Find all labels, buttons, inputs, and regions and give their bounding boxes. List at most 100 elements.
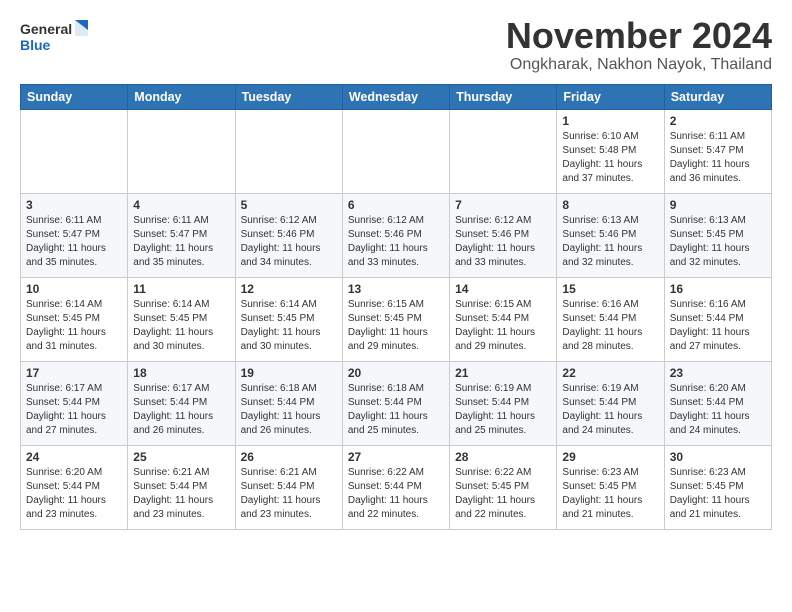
calendar-cell: 2Sunrise: 6:11 AM Sunset: 5:47 PM Daylig… xyxy=(664,109,771,193)
calendar-cell: 27 Sunrise: 6:22 AM Sunset: 5:44 PM Dayli… xyxy=(342,445,449,529)
day-info: Sunrise: 6:15 AM Sunset: 5:44 PM Dayligh… xyxy=(455,298,551,354)
day-info: Sunrise: 6:12 AM Sunset: 5:46 PM Dayligh… xyxy=(455,214,551,270)
day-number: 7 xyxy=(455,198,551,212)
calendar-cell: 1 Sunrise: 6:10 AM Sunset: 5:48 PM Daylig… xyxy=(557,109,664,193)
day-number: 9 xyxy=(670,198,766,212)
day-number: 3 xyxy=(26,198,122,212)
day-info: Sunrise: 6:16 AM Sunset: 5:44 PM Dayligh… xyxy=(670,298,766,354)
day-info: Sunrise: 6:19 AM Sunset: 5:44 PM Dayligh… xyxy=(455,382,551,438)
day-info: Sunrise: 6:22 AM Sunset: 5:45 PM Dayligh… xyxy=(455,466,551,522)
day-number: 10 xyxy=(26,282,122,296)
day-info: Sunrise: 6:11 AM Sunset: 5:47 PM Dayligh… xyxy=(133,214,229,270)
location: Ongkharak, Nakhon Nayok, Thailand xyxy=(506,56,772,74)
calendar-cell: 14 Sunrise: 6:15 AM Sunset: 5:44 PM Dayli… xyxy=(450,277,557,361)
calendar-cell: 6Sunrise: 6:12 AM Sunset: 5:46 PM Daylig… xyxy=(342,193,449,277)
day-info: Sunrise: 6:17 AM Sunset: 5:44 PM Dayligh… xyxy=(26,382,122,438)
svg-text:Blue: Blue xyxy=(20,37,51,53)
day-number: 5 xyxy=(241,198,337,212)
calendar-cell: 8 Sunrise: 6:13 AM Sunset: 5:46 PM Daylig… xyxy=(557,193,664,277)
month-title: November 2024 xyxy=(506,16,772,56)
calendar-day-header: Saturday xyxy=(664,84,771,109)
day-info: Sunrise: 6:19 AM Sunset: 5:44 PM Dayligh… xyxy=(562,382,658,438)
day-info: Sunrise: 6:15 AM Sunset: 5:45 PM Dayligh… xyxy=(348,298,444,354)
calendar-week-row: 10 Sunrise: 6:14 AM Sunset: 5:45 PM Dayli… xyxy=(21,277,772,361)
day-info: Sunrise: 6:22 AM Sunset: 5:44 PM Dayligh… xyxy=(348,466,444,522)
calendar-week-row: 3 Sunrise: 6:11 AM Sunset: 5:47 PM Daylig… xyxy=(21,193,772,277)
calendar-cell: 10 Sunrise: 6:14 AM Sunset: 5:45 PM Dayli… xyxy=(21,277,128,361)
calendar-table: SundayMondayTuesdayWednesdayThursdayFrid… xyxy=(20,84,772,530)
day-info: Sunrise: 6:10 AM Sunset: 5:48 PM Dayligh… xyxy=(562,130,658,186)
day-info: Sunrise: 6:11 AM Sunset: 5:47 PM Dayligh… xyxy=(26,214,122,270)
calendar-cell: 30 Sunrise: 6:23 AM Sunset: 5:45 PM Dayli… xyxy=(664,445,771,529)
day-number: 14 xyxy=(455,282,551,296)
svg-text:General: General xyxy=(20,21,72,37)
day-number: 4 xyxy=(133,198,229,212)
day-info: Sunrise: 6:12 AM Sunset: 5:46 PM Dayligh… xyxy=(241,214,337,270)
calendar-cell: 15 Sunrise: 6:16 AM Sunset: 5:44 PM Dayli… xyxy=(557,277,664,361)
calendar-cell: 20Sunrise: 6:18 AM Sunset: 5:44 PM Dayli… xyxy=(342,361,449,445)
day-info: Sunrise: 6:16 AM Sunset: 5:44 PM Dayligh… xyxy=(562,298,658,354)
day-number: 6 xyxy=(348,198,444,212)
day-number: 30 xyxy=(670,450,766,464)
day-number: 29 xyxy=(562,450,658,464)
day-number: 22 xyxy=(562,366,658,380)
calendar-cell: 5 Sunrise: 6:12 AM Sunset: 5:46 PM Daylig… xyxy=(235,193,342,277)
day-number: 2 xyxy=(670,114,766,128)
day-number: 26 xyxy=(241,450,337,464)
day-info: Sunrise: 6:18 AM Sunset: 5:44 PM Dayligh… xyxy=(241,382,337,438)
logo: General Blue xyxy=(20,16,90,56)
day-info: Sunrise: 6:14 AM Sunset: 5:45 PM Dayligh… xyxy=(241,298,337,354)
calendar-cell: 16 Sunrise: 6:16 AM Sunset: 5:44 PM Dayli… xyxy=(664,277,771,361)
calendar-cell: 28 Sunrise: 6:22 AM Sunset: 5:45 PM Dayli… xyxy=(450,445,557,529)
calendar-cell xyxy=(128,109,235,193)
calendar-cell: 13Sunrise: 6:15 AM Sunset: 5:45 PM Dayli… xyxy=(342,277,449,361)
calendar-cell: 23 Sunrise: 6:20 AM Sunset: 5:44 PM Dayli… xyxy=(664,361,771,445)
day-number: 18 xyxy=(133,366,229,380)
calendar-cell: 26 Sunrise: 6:21 AM Sunset: 5:44 PM Dayli… xyxy=(235,445,342,529)
day-number: 15 xyxy=(562,282,658,296)
calendar-cell: 18 Sunrise: 6:17 AM Sunset: 5:44 PM Dayli… xyxy=(128,361,235,445)
day-info: Sunrise: 6:20 AM Sunset: 5:44 PM Dayligh… xyxy=(670,382,766,438)
day-info: Sunrise: 6:23 AM Sunset: 5:45 PM Dayligh… xyxy=(670,466,766,522)
day-info: Sunrise: 6:13 AM Sunset: 5:45 PM Dayligh… xyxy=(670,214,766,270)
calendar-cell: 9 Sunrise: 6:13 AM Sunset: 5:45 PM Daylig… xyxy=(664,193,771,277)
day-info: Sunrise: 6:14 AM Sunset: 5:45 PM Dayligh… xyxy=(26,298,122,354)
header: General Blue November 2024 Ongkharak, Na… xyxy=(20,16,772,74)
calendar-cell xyxy=(450,109,557,193)
calendar-day-header: Tuesday xyxy=(235,84,342,109)
day-number: 11 xyxy=(133,282,229,296)
calendar-cell: 7 Sunrise: 6:12 AM Sunset: 5:46 PM Daylig… xyxy=(450,193,557,277)
calendar-week-row: 1 Sunrise: 6:10 AM Sunset: 5:48 PM Daylig… xyxy=(21,109,772,193)
day-info: Sunrise: 6:13 AM Sunset: 5:46 PM Dayligh… xyxy=(562,214,658,270)
calendar-cell: 24 Sunrise: 6:20 AM Sunset: 5:44 PM Dayli… xyxy=(21,445,128,529)
day-info: Sunrise: 6:20 AM Sunset: 5:44 PM Dayligh… xyxy=(26,466,122,522)
day-number: 27 xyxy=(348,450,444,464)
day-number: 16 xyxy=(670,282,766,296)
day-number: 24 xyxy=(26,450,122,464)
day-info: Sunrise: 6:21 AM Sunset: 5:44 PM Dayligh… xyxy=(241,466,337,522)
day-number: 23 xyxy=(670,366,766,380)
day-number: 28 xyxy=(455,450,551,464)
calendar-cell: 22 Sunrise: 6:19 AM Sunset: 5:44 PM Dayli… xyxy=(557,361,664,445)
calendar-cell xyxy=(21,109,128,193)
day-info: Sunrise: 6:21 AM Sunset: 5:44 PM Dayligh… xyxy=(133,466,229,522)
day-number: 1 xyxy=(562,114,658,128)
calendar-cell: 21 Sunrise: 6:19 AM Sunset: 5:44 PM Dayli… xyxy=(450,361,557,445)
calendar-header-row: SundayMondayTuesdayWednesdayThursdayFrid… xyxy=(21,84,772,109)
calendar-cell: 29 Sunrise: 6:23 AM Sunset: 5:45 PM Dayli… xyxy=(557,445,664,529)
day-number: 8 xyxy=(562,198,658,212)
calendar-day-header: Wednesday xyxy=(342,84,449,109)
day-number: 25 xyxy=(133,450,229,464)
day-number: 21 xyxy=(455,366,551,380)
calendar-cell: 4 Sunrise: 6:11 AM Sunset: 5:47 PM Daylig… xyxy=(128,193,235,277)
calendar-cell xyxy=(342,109,449,193)
day-info: Sunrise: 6:23 AM Sunset: 5:45 PM Dayligh… xyxy=(562,466,658,522)
calendar-week-row: 24 Sunrise: 6:20 AM Sunset: 5:44 PM Dayli… xyxy=(21,445,772,529)
day-info: Sunrise: 6:14 AM Sunset: 5:45 PM Dayligh… xyxy=(133,298,229,354)
calendar-cell: 17Sunrise: 6:17 AM Sunset: 5:44 PM Dayli… xyxy=(21,361,128,445)
day-info: Sunrise: 6:17 AM Sunset: 5:44 PM Dayligh… xyxy=(133,382,229,438)
calendar-day-header: Sunday xyxy=(21,84,128,109)
day-number: 19 xyxy=(241,366,337,380)
calendar-day-header: Thursday xyxy=(450,84,557,109)
calendar-cell: 19 Sunrise: 6:18 AM Sunset: 5:44 PM Dayli… xyxy=(235,361,342,445)
